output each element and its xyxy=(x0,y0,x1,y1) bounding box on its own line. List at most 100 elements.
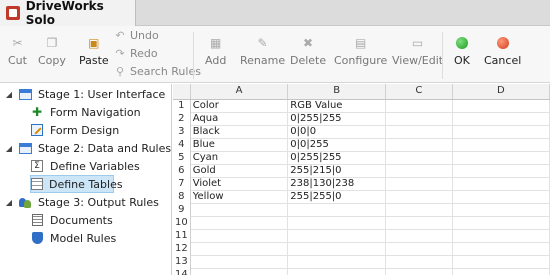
grid-cell[interactable]: 255|255|0 xyxy=(287,190,387,204)
column-header[interactable]: B xyxy=(287,84,387,100)
grid-cell[interactable]: Violet xyxy=(190,177,289,191)
grid-cell[interactable] xyxy=(190,242,289,256)
configure-button[interactable]: ▤ Configure xyxy=(334,30,387,67)
grid-cell[interactable] xyxy=(385,177,453,191)
delete-button[interactable]: ✖ Delete xyxy=(290,30,326,67)
grid-cell[interactable] xyxy=(452,125,550,139)
grid-cell[interactable] xyxy=(385,203,453,217)
tree-item-form-design[interactable]: Form Design xyxy=(30,121,119,139)
grid-cell[interactable] xyxy=(385,99,453,113)
grid-cell[interactable] xyxy=(385,242,453,256)
add-button[interactable]: ▦ Add xyxy=(205,30,226,67)
grid-cell[interactable] xyxy=(190,255,289,269)
column-header[interactable]: C xyxy=(385,84,453,100)
grid-cell[interactable]: RGB Value xyxy=(287,99,387,113)
grid-cell[interactable]: 0|0|255 xyxy=(287,138,387,152)
grid-cell[interactable] xyxy=(287,242,387,256)
grid-cell[interactable] xyxy=(385,125,453,139)
tree-item-model-rules[interactable]: Model Rules xyxy=(30,229,116,247)
grid-cell[interactable] xyxy=(385,138,453,152)
tree-item-stage3[interactable]: ◢ Stage 3: Output Rules xyxy=(4,193,159,211)
grid-cell[interactable] xyxy=(385,216,453,230)
grid-cell[interactable] xyxy=(452,190,550,204)
grid-cell[interactable] xyxy=(452,268,550,275)
grid-cell[interactable] xyxy=(452,151,550,165)
grid-cell[interactable] xyxy=(385,190,453,204)
grid-cell[interactable] xyxy=(452,138,550,152)
grid-cell[interactable] xyxy=(385,151,453,165)
grid-cell[interactable] xyxy=(452,255,550,269)
search-rules-button[interactable]: ⚲ Search Rules xyxy=(114,65,201,78)
grid-cell[interactable] xyxy=(452,242,550,256)
rename-button[interactable]: ✎ Rename xyxy=(240,30,285,67)
column-header[interactable]: A xyxy=(190,84,289,100)
grid-cell[interactable] xyxy=(385,229,453,243)
tree-item-stage2[interactable]: ◢ Stage 2: Data and Rules xyxy=(4,139,171,157)
grid-cell[interactable] xyxy=(452,164,550,178)
corner-cell[interactable] xyxy=(173,84,191,100)
app-title-tab[interactable]: DriveWorks Solo xyxy=(0,0,136,27)
grid-cell[interactable] xyxy=(190,203,289,217)
row-number[interactable]: 13 xyxy=(173,255,191,268)
grid-cell[interactable] xyxy=(385,164,453,178)
grid-cell[interactable]: 255|215|0 xyxy=(287,164,387,178)
grid-cell[interactable] xyxy=(452,177,550,191)
row-number[interactable]: 7 xyxy=(173,177,191,190)
grid-cell[interactable]: Color xyxy=(190,99,289,113)
row-number[interactable]: 9 xyxy=(173,203,191,216)
grid-cell[interactable]: 0|0|0 xyxy=(287,125,387,139)
grid-cell[interactable] xyxy=(452,99,550,113)
redo-button[interactable]: ↷ Redo xyxy=(114,47,157,60)
grid-cell[interactable]: Gold xyxy=(190,164,289,178)
grid-cell[interactable]: Yellow xyxy=(190,190,289,204)
grid-cell[interactable] xyxy=(287,203,387,217)
row-number[interactable]: 2 xyxy=(173,112,191,125)
row-number[interactable]: 14 xyxy=(173,268,191,275)
cancel-button[interactable]: Cancel xyxy=(484,30,521,67)
row-number[interactable]: 10 xyxy=(173,216,191,229)
copy-button[interactable]: ❐ Copy xyxy=(38,30,66,67)
row-number[interactable]: 3 xyxy=(173,125,191,138)
undo-button[interactable]: ↶ Undo xyxy=(114,29,158,42)
tree-item-define-tables[interactable]: Define Tables xyxy=(30,175,123,193)
tree-item-define-variables[interactable]: Σ Define Variables xyxy=(30,157,140,175)
grid-cell[interactable] xyxy=(452,216,550,230)
grid-cell[interactable]: Cyan xyxy=(190,151,289,165)
grid-cell[interactable] xyxy=(287,268,387,275)
grid-cell[interactable] xyxy=(452,229,550,243)
grid-cell[interactable]: Blue xyxy=(190,138,289,152)
grid-cell[interactable] xyxy=(385,112,453,126)
tree-item-documents[interactable]: Documents xyxy=(30,211,113,229)
collapse-arrow-icon[interactable]: ◢ xyxy=(4,144,14,153)
grid-cell[interactable] xyxy=(452,112,550,126)
row-number[interactable]: 1 xyxy=(173,99,191,112)
row-number[interactable]: 4 xyxy=(173,138,191,151)
ok-button[interactable]: OK xyxy=(454,30,470,67)
grid-cell[interactable]: Aqua xyxy=(190,112,289,126)
row-number[interactable]: 5 xyxy=(173,151,191,164)
collapse-arrow-icon[interactable]: ◢ xyxy=(4,90,14,99)
grid-cell[interactable]: 0|255|255 xyxy=(287,112,387,126)
table-grid[interactable]: A B C D 1 Color RGB Value 2 Aqua 0|255|255 3 Bl… xyxy=(173,84,550,275)
grid-cell[interactable] xyxy=(385,255,453,269)
row-number[interactable]: 12 xyxy=(173,242,191,255)
grid-cell[interactable]: Black xyxy=(190,125,289,139)
grid-cell[interactable] xyxy=(190,268,289,275)
grid-cell[interactable]: 238|130|238 xyxy=(287,177,387,191)
column-header[interactable]: D xyxy=(452,84,550,100)
grid-cell[interactable] xyxy=(287,216,387,230)
grid-cell[interactable] xyxy=(190,229,289,243)
cut-button[interactable]: ✂ Cut xyxy=(8,30,27,67)
grid-cell[interactable] xyxy=(287,229,387,243)
grid-cell[interactable] xyxy=(190,216,289,230)
grid-cell[interactable] xyxy=(452,203,550,217)
tree-item-stage1[interactable]: ◢ Stage 1: User Interface xyxy=(4,85,165,103)
collapse-arrow-icon[interactable]: ◢ xyxy=(4,198,14,207)
grid-cell[interactable] xyxy=(287,255,387,269)
paste-button[interactable]: ▣ Paste xyxy=(79,30,109,67)
row-number[interactable]: 6 xyxy=(173,164,191,177)
grid-cell[interactable]: 0|255|255 xyxy=(287,151,387,165)
view-edit-button[interactable]: ▭ View/Edit xyxy=(392,30,443,67)
tree-item-form-navigation[interactable]: ✚ Form Navigation xyxy=(30,103,141,121)
grid-cell[interactable] xyxy=(385,268,453,275)
